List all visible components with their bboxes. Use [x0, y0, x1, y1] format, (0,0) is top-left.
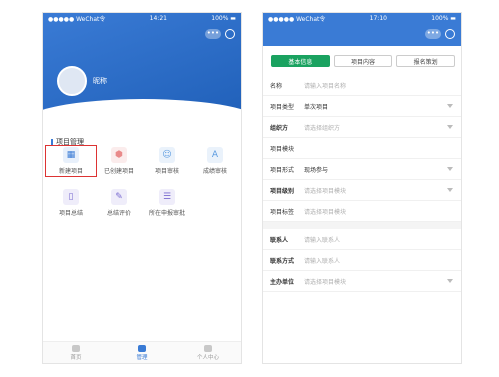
step-project-content[interactable]: 项目内容: [333, 55, 393, 67]
tile-declaration-approval[interactable]: ☰ 所在申报审批: [143, 189, 191, 217]
chevron-down-icon: [447, 125, 453, 129]
section-gap: [263, 222, 461, 229]
home-icon: [72, 344, 80, 352]
step-tabs: 基本信息 项目内容 报名策划: [271, 55, 456, 67]
more-menu-icon[interactable]: •••: [425, 29, 441, 39]
chevron-down-icon: [447, 188, 453, 192]
project-menu-grid: ▦ 新建项目 ⬢ 已创建项目 ☺ 项目审核 A 成绩审核 ▯ 项目总结 ✎ 总结…: [45, 145, 239, 217]
status-bar: ●●●●● WeChat令 14:21 100% ▬: [43, 13, 241, 24]
field-project-tags[interactable]: 项目标签 请选择项目模块: [263, 201, 461, 222]
field-project-form[interactable]: 项目形式 现场参与: [263, 159, 461, 180]
grade-icon: A: [207, 147, 223, 163]
close-miniprogram-icon[interactable]: [225, 29, 235, 39]
project-form: 名称 请输入项目名称 项目类型 单次项目 组织方 请选择组织方 项目模块 项目形…: [263, 75, 461, 292]
tile-project-review[interactable]: ☺ 项目审核: [143, 147, 191, 175]
nav-bar: •••: [263, 24, 461, 46]
profile-icon: [204, 344, 212, 352]
chevron-down-icon: [447, 167, 453, 171]
user-name: 昵称: [93, 77, 107, 85]
step-basic-info[interactable]: 基本信息: [271, 55, 330, 67]
tile-grade-review[interactable]: A 成绩审核: [191, 147, 239, 175]
phone-management-screen: ●●●●● WeChat令 14:21 100% ▬ ••• 昵称 项目管理 ▦…: [42, 12, 242, 364]
status-carrier: ●●●●● WeChat令: [268, 16, 326, 23]
status-carrier: ●●●●● WeChat令: [48, 16, 106, 23]
tab-manage[interactable]: 管理: [109, 342, 175, 363]
bookmark-icon: ▯: [63, 189, 79, 205]
field-contact-method[interactable]: 联系方式 请输入联系人: [263, 250, 461, 271]
section-marker: [51, 138, 53, 146]
status-time: 14:21: [149, 15, 167, 22]
field-host-unit[interactable]: 主办单位 请选择项目模块: [263, 271, 461, 292]
edit-icon: ✎: [111, 189, 127, 205]
chevron-down-icon: [447, 104, 453, 108]
status-bar: ●●●●● WeChat令 17:10 100% ▬: [263, 13, 461, 24]
avatar[interactable]: [57, 66, 87, 96]
tile-summary-evaluation[interactable]: ✎ 总结评价: [95, 189, 143, 217]
list-icon: ☰: [159, 189, 175, 205]
new-doc-icon: ▦: [63, 147, 79, 163]
manage-icon: [138, 344, 146, 352]
step-signup-plan[interactable]: 报名策划: [396, 55, 456, 67]
section-title: 项目管理: [51, 137, 84, 147]
status-battery: 100% ▬: [211, 15, 236, 22]
close-miniprogram-icon[interactable]: [445, 29, 455, 39]
status-battery: 100% ▬: [431, 15, 456, 22]
field-project-level[interactable]: 项目级别 请选择项目模块: [263, 180, 461, 201]
field-organizer[interactable]: 组织方 请选择组织方: [263, 117, 461, 138]
tab-bar: 首页 管理 个人中心: [43, 341, 241, 363]
tab-profile[interactable]: 个人中心: [175, 342, 241, 363]
tab-home[interactable]: 首页: [43, 342, 109, 363]
nav-bar: •••: [43, 24, 241, 46]
field-name[interactable]: 名称 请输入项目名称: [263, 75, 461, 96]
cube-icon: ⬢: [111, 147, 127, 163]
tile-created-projects[interactable]: ⬢ 已创建项目: [95, 147, 143, 175]
tile-project-summary[interactable]: ▯ 项目总结: [47, 189, 95, 217]
more-menu-icon[interactable]: •••: [205, 29, 221, 39]
field-project-module[interactable]: 项目模块: [263, 138, 461, 159]
status-time: 17:10: [369, 15, 387, 22]
field-project-type[interactable]: 项目类型 单次项目: [263, 96, 461, 117]
tile-new-project[interactable]: ▦ 新建项目: [45, 145, 97, 177]
phone-create-project-screen: ●●●●● WeChat令 17:10 100% ▬ ••• 基本信息 项目内容…: [262, 12, 462, 364]
person-icon: ☺: [159, 147, 175, 163]
chevron-down-icon: [447, 279, 453, 283]
field-contact-person[interactable]: 联系人 请输入联系人: [263, 229, 461, 250]
